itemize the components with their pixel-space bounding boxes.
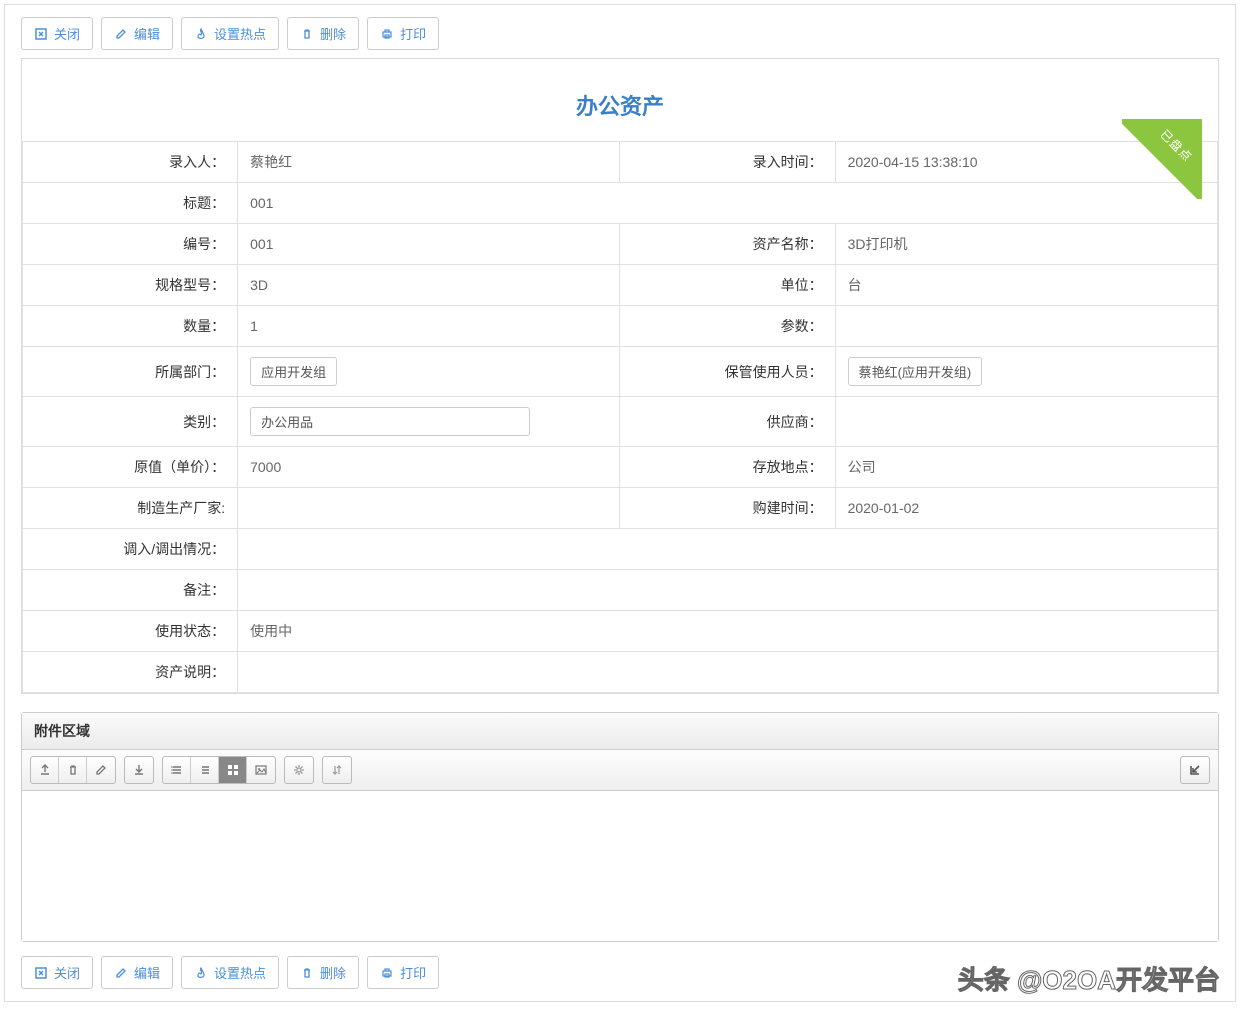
label-category: 类别： — [23, 397, 238, 447]
status-ribbon: 已盘点 — [1122, 119, 1202, 199]
label-purchase-time: 购建时间： — [620, 488, 835, 529]
label-department: 所属部门： — [23, 347, 238, 397]
top-toolbar: 关闭 编辑 设置热点 删除 打印 — [21, 17, 1219, 50]
print-label: 打印 — [400, 24, 426, 43]
value-number: 001 — [238, 224, 620, 265]
trash-icon — [300, 27, 314, 41]
value-asset-name: 3D打印机 — [835, 224, 1217, 265]
label-number: 编号： — [23, 224, 238, 265]
page-title: 办公资产 — [22, 59, 1218, 141]
value-quantity: 1 — [238, 306, 620, 347]
value-location: 公司 — [835, 447, 1217, 488]
value-original-value: 7000 — [238, 447, 620, 488]
label-supplier: 供应商： — [620, 397, 835, 447]
detail-view-button[interactable] — [191, 757, 219, 783]
value-spec: 3D — [238, 265, 620, 306]
attachment-section: 附件区域 — [21, 712, 1219, 942]
upload-button[interactable] — [31, 757, 59, 783]
value-manufacturer — [238, 488, 620, 529]
delete-label: 删除 — [320, 963, 346, 982]
value-params — [835, 306, 1217, 347]
value-department: 应用开发组 — [238, 347, 620, 397]
label-remarks: 备注： — [23, 570, 238, 611]
attachment-toolbar — [22, 750, 1218, 791]
value-unit: 台 — [835, 265, 1217, 306]
edit-button[interactable]: 编辑 — [101, 17, 173, 50]
attachment-header: 附件区域 — [22, 713, 1218, 750]
print-button-bottom[interactable]: 打印 — [367, 956, 439, 989]
label-transfer: 调入/调出情况： — [23, 529, 238, 570]
edit-button-bottom[interactable]: 编辑 — [101, 956, 173, 989]
delete-button[interactable]: 删除 — [287, 17, 359, 50]
label-entry-person: 录入人： — [23, 142, 238, 183]
delete-label: 删除 — [320, 24, 346, 43]
close-icon — [34, 966, 48, 980]
delete-attachment-button[interactable] — [59, 757, 87, 783]
value-entry-person: 蔡艳红 — [238, 142, 620, 183]
label-spec: 规格型号： — [23, 265, 238, 306]
print-icon — [380, 966, 394, 980]
close-button[interactable]: 关闭 — [21, 17, 93, 50]
label-original-value: 原值（单价）： — [23, 447, 238, 488]
label-quantity: 数量： — [23, 306, 238, 347]
print-label: 打印 — [400, 963, 426, 982]
edit-label: 编辑 — [134, 24, 160, 43]
close-label: 关闭 — [54, 963, 80, 982]
custodian-tag[interactable]: 蔡艳红(应用开发组) — [848, 357, 983, 386]
value-remarks — [238, 570, 1218, 611]
hotspot-button-bottom[interactable]: 设置热点 — [181, 956, 279, 989]
settings-button[interactable] — [285, 757, 313, 783]
label-manufacturer: 制造生产厂家: — [23, 488, 238, 529]
attachment-body[interactable] — [22, 791, 1218, 941]
label-params: 参数： — [620, 306, 835, 347]
print-icon — [380, 27, 394, 41]
hotspot-label: 设置热点 — [214, 963, 266, 982]
edit-label: 编辑 — [134, 963, 160, 982]
fire-icon — [194, 27, 208, 41]
list-view-button[interactable] — [163, 757, 191, 783]
pencil-icon — [114, 27, 128, 41]
label-usage-status: 使用状态： — [23, 611, 238, 652]
close-icon — [34, 27, 48, 41]
download-button[interactable] — [125, 757, 153, 783]
hotspot-button[interactable]: 设置热点 — [181, 17, 279, 50]
value-usage-status: 使用中 — [238, 611, 1218, 652]
edit-attachment-button[interactable] — [87, 757, 115, 783]
trash-icon — [300, 966, 314, 980]
sort-button[interactable] — [323, 757, 351, 783]
department-tag[interactable]: 应用开发组 — [250, 357, 337, 386]
form-panel: 已盘点 办公资产 录入人： 蔡艳红 录入时间： 2020-04-15 13:38… — [21, 58, 1219, 694]
grid-view-button[interactable] — [219, 757, 247, 783]
bottom-toolbar: 关闭 编辑 设置热点 删除 打印 — [21, 956, 1219, 989]
label-custodian: 保管使用人员： — [620, 347, 835, 397]
value-supplier — [835, 397, 1217, 447]
value-asset-desc — [238, 652, 1218, 693]
close-label: 关闭 — [54, 24, 80, 43]
label-asset-name: 资产名称： — [620, 224, 835, 265]
asset-detail-table: 录入人： 蔡艳红 录入时间： 2020-04-15 13:38:10 标题： 0… — [22, 141, 1218, 693]
label-location: 存放地点： — [620, 447, 835, 488]
label-unit: 单位： — [620, 265, 835, 306]
value-transfer — [238, 529, 1218, 570]
category-tag[interactable]: 办公用品 — [250, 407, 530, 436]
fire-icon — [194, 966, 208, 980]
value-purchase-time: 2020-01-02 — [835, 488, 1217, 529]
delete-button-bottom[interactable]: 删除 — [287, 956, 359, 989]
print-button[interactable]: 打印 — [367, 17, 439, 50]
value-category: 办公用品 — [238, 397, 620, 447]
close-button-bottom[interactable]: 关闭 — [21, 956, 93, 989]
value-title: 001 — [238, 183, 1218, 224]
collapse-button[interactable] — [1181, 757, 1209, 783]
label-title: 标题： — [23, 183, 238, 224]
label-entry-time: 录入时间： — [620, 142, 835, 183]
image-view-button[interactable] — [247, 757, 275, 783]
pencil-icon — [114, 966, 128, 980]
status-ribbon-text: 已盘点 — [1157, 126, 1197, 166]
hotspot-label: 设置热点 — [214, 24, 266, 43]
label-asset-desc: 资产说明： — [23, 652, 238, 693]
value-custodian: 蔡艳红(应用开发组) — [835, 347, 1217, 397]
